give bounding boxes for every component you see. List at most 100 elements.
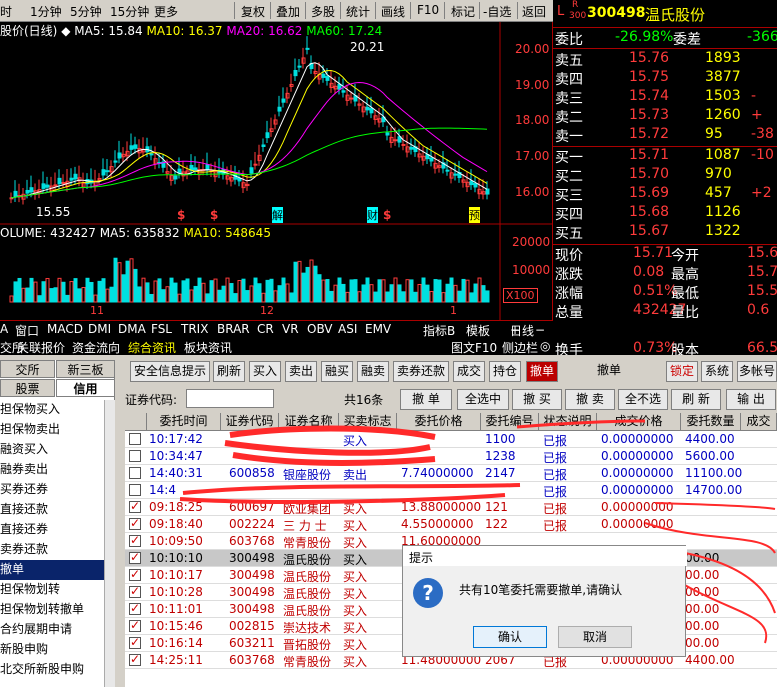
menu-item[interactable]: 直接还款 <box>0 500 115 520</box>
tab-emv[interactable]: EMV <box>365 322 391 336</box>
menu-item[interactable]: 买券还券 <box>0 480 115 500</box>
menu-item[interactable]: 北交所新股申购 <box>0 660 115 680</box>
menu-item[interactable]: 担保物卖出 <box>0 420 115 440</box>
toolbar-diejia[interactable]: 叠加 <box>276 3 300 20</box>
toolbar-more[interactable]: 更多 <box>154 3 178 20</box>
menu-item[interactable]: 担保物买入 <box>0 400 115 420</box>
action-button[interactable]: 安全信息提示 <box>130 361 210 382</box>
row-checkbox[interactable] <box>129 550 141 564</box>
tab-fsl[interactable]: FSL <box>151 322 172 336</box>
tab-stocks[interactable]: 股票 <box>0 379 55 397</box>
tab-window[interactable]: 窗口 <box>15 322 39 339</box>
row-checkbox[interactable] <box>129 499 141 513</box>
settings-icon[interactable]: ◆ <box>61 24 70 38</box>
action-button[interactable]: 融买 <box>321 361 353 382</box>
column-header[interactable]: 买卖标志 <box>339 413 397 431</box>
event-marker[interactable]: 预 <box>469 207 480 223</box>
tab-f10[interactable]: 图文F10 <box>451 339 497 356</box>
action-button[interactable]: 融卖 <box>357 361 389 382</box>
column-header[interactable]: 状态说明 <box>539 413 597 431</box>
grid-button[interactable]: 刷 新 <box>671 389 721 410</box>
tab-dma[interactable]: DMA <box>118 322 146 336</box>
tab-cr[interactable]: CR <box>257 322 274 336</box>
row-checkbox[interactable] <box>129 567 141 581</box>
grid-button[interactable]: 撤 卖 <box>565 389 615 410</box>
column-header[interactable]: 成交 <box>741 413 777 431</box>
toolbar-time[interactable]: 时 <box>0 3 12 20</box>
menu-item[interactable]: 新股申购 <box>0 640 115 660</box>
grid-button[interactable]: 撤 买 <box>512 389 562 410</box>
row-checkbox[interactable] <box>129 433 141 445</box>
action-button[interactable]: 卖出 <box>285 361 317 382</box>
tab-fund-flow[interactable]: 资金流向 <box>72 339 120 356</box>
tab-brar[interactable]: BRAR <box>217 322 250 336</box>
tab-related-quote[interactable]: 关联报价 <box>17 339 65 356</box>
column-header[interactable]: 委托编号 <box>481 413 539 431</box>
event-marker[interactable]: 解 <box>272 207 283 223</box>
tab-a[interactable]: A <box>0 322 8 336</box>
action-button[interactable]: 持仓 <box>489 361 521 382</box>
action-button[interactable]: 买入 <box>249 361 281 382</box>
row-checkbox[interactable] <box>129 584 141 598</box>
table-row[interactable]: 14:4 已报 0.00000000 14700.00 <box>125 482 777 499</box>
action-button[interactable]: 卖券还款 <box>393 361 449 382</box>
menu-item[interactable]: 融资买入 <box>0 440 115 460</box>
tab-indicator-b[interactable]: 指标B <box>423 322 455 339</box>
tab-template[interactable]: 模板 <box>466 322 490 339</box>
zoom-out-button[interactable]: − <box>535 323 545 337</box>
tab-neeq[interactable]: 新三板 <box>56 360 115 378</box>
toolbar-duogu[interactable]: 多股 <box>311 3 335 20</box>
toolbar-fuquan[interactable]: 复权 <box>241 3 265 20</box>
action-button[interactable]: 撤单 <box>526 361 558 382</box>
action-button[interactable]: 锁定 <box>666 361 698 382</box>
toolbar-1min[interactable]: 1分钟 <box>30 3 62 20</box>
menu-item[interactable]: 融券卖出 <box>0 460 115 480</box>
toolbar-f10[interactable]: F10 <box>417 3 439 17</box>
menu-item[interactable]: 合约展期申请 <box>0 620 115 640</box>
row-checkbox[interactable] <box>129 618 141 632</box>
action-button[interactable]: 系统 <box>701 361 733 382</box>
close-icon[interactable]: ◎ <box>540 339 550 353</box>
grid-button[interactable]: 全不选 <box>618 389 668 410</box>
event-marker[interactable]: 财 <box>367 207 378 223</box>
table-row[interactable]: 14:40:31 600858 银座股份 卖出 7.74000000 2147 已报 0.00… <box>125 465 777 482</box>
row-checkbox[interactable] <box>129 652 141 666</box>
event-marker[interactable]: $ <box>383 208 391 222</box>
row-checkbox[interactable] <box>129 635 141 649</box>
tab-sector-news[interactable]: 板块资讯 <box>184 339 232 356</box>
column-header[interactable]: 证券名称 <box>279 413 339 431</box>
tab-credit[interactable]: 信用 <box>56 379 115 397</box>
toolbar-biaoji[interactable]: 标记 <box>451 3 475 20</box>
row-checkbox[interactable] <box>129 484 141 496</box>
tab-macd[interactable]: MACD <box>47 322 83 336</box>
tab-sidebar[interactable]: 侧边栏 <box>502 339 538 356</box>
toolbar-zixuan[interactable]: -自选 <box>483 3 511 20</box>
tab-trix[interactable]: TRIX <box>181 322 208 336</box>
kline-chart[interactable]: 股价(日线) ◆ MA5: 15.84 MA10: 16.37 MA20: 16… <box>0 22 553 322</box>
column-header[interactable] <box>125 413 147 431</box>
zoom-in-button[interactable]: + <box>510 323 520 337</box>
tab-dmi[interactable]: DMI <box>88 322 111 336</box>
toolbar-tongji[interactable]: 统计 <box>346 3 370 20</box>
table-row[interactable]: 09:18:40 002224 三 力 士 买入 4.55000000 122 已报 0.00… <box>125 516 777 533</box>
row-checkbox[interactable] <box>129 467 141 479</box>
grid-button[interactable]: 全选中 <box>457 389 509 410</box>
menu-item[interactable]: 直接还券 <box>0 520 115 540</box>
menu-item[interactable]: 撤单 <box>0 560 104 580</box>
event-marker[interactable]: $ <box>210 208 218 222</box>
table-row[interactable]: 10:34:47 1238 已报 0.00000000 5600.00 <box>125 448 777 465</box>
menu-item[interactable]: 担保物划转撤单 <box>0 600 115 620</box>
action-button[interactable]: 撤单 <box>592 361 626 382</box>
row-checkbox[interactable] <box>129 533 141 547</box>
column-header[interactable]: 委托时间 <box>147 413 221 431</box>
column-header[interactable]: 成交价格 <box>597 413 681 431</box>
column-header[interactable]: 委托数量 <box>681 413 741 431</box>
toolbar-5min[interactable]: 5分钟 <box>70 3 102 20</box>
row-checkbox[interactable] <box>129 450 141 462</box>
event-marker[interactable]: $ <box>177 208 185 222</box>
tab-asi[interactable]: ASI <box>338 322 357 336</box>
menu-item[interactable]: 担保物划转 <box>0 580 115 600</box>
confirm-button[interactable]: 确认 <box>473 626 547 648</box>
toolbar-15min[interactable]: 15分钟 <box>110 3 149 20</box>
column-header[interactable]: 证券代码 <box>221 413 279 431</box>
